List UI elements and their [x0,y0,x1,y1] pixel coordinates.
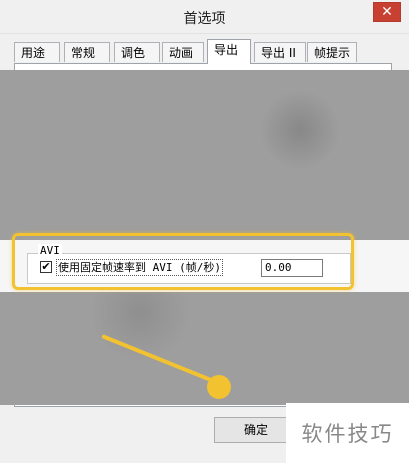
blurred-region-top [0,70,409,240]
watermark: 软件技巧 [286,403,409,463]
tab-usage[interactable]: 用途 [14,42,60,62]
window-title: 首选项 [183,11,226,27]
tab-animation[interactable]: 动画 [162,42,204,62]
tab-export[interactable]: 导出 [207,39,251,64]
tab-palette[interactable]: 调色板 [114,42,160,80]
close-button[interactable]: ✕ [373,2,401,22]
pointer-dot [207,375,231,399]
close-icon: ✕ [381,4,393,20]
tab-export-ii[interactable]: 导出 II [254,42,306,62]
title-bar: 首选项 ✕ [0,0,409,34]
blurred-region-bottom [0,292,409,405]
tab-general[interactable]: 常规 [64,42,110,62]
tab-frame-hints[interactable]: 帧提示 [307,42,357,62]
highlight-frame [12,233,354,290]
tab-bar: 用途 常规 调色板 动画 导出 导出 II 帧提示 [14,39,389,80]
